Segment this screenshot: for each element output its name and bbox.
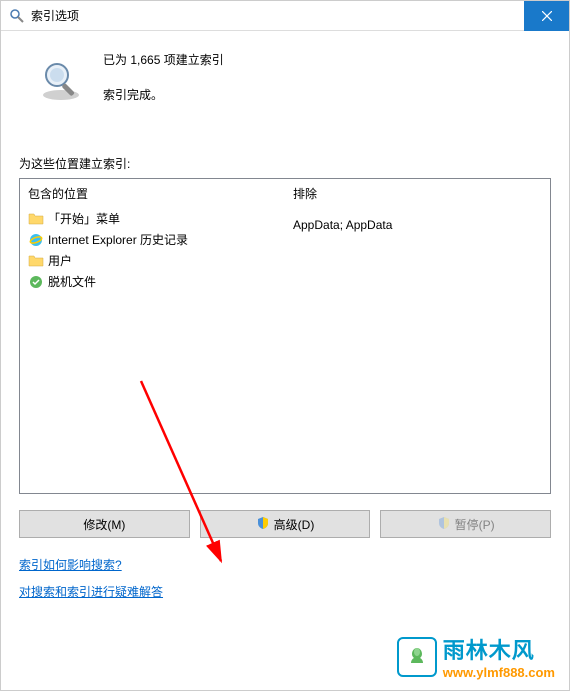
- list-item-label: Internet Explorer 历史记录: [48, 231, 188, 248]
- button-label: 修改(M): [83, 516, 125, 533]
- help-links: 索引如何影响搜索? 对搜索和索引进行疑难解答: [19, 556, 551, 610]
- folder-icon: [28, 253, 44, 269]
- watermark: 雨林木风 www.ylmf888.com: [397, 633, 555, 680]
- button-row: 修改(M) 高级(D) 暂停(P): [19, 510, 551, 538]
- button-label: 高级(D): [274, 516, 315, 533]
- titlebar: 索引选项: [1, 1, 569, 31]
- folder-icon: [28, 211, 44, 227]
- watermark-brand: 雨林木风: [443, 633, 555, 665]
- included-column-header: 包含的位置: [28, 185, 277, 202]
- advanced-button[interactable]: 高级(D): [200, 510, 371, 538]
- shield-icon: [437, 516, 451, 533]
- search-magnifier-icon: [37, 57, 85, 105]
- offline-files-icon: [28, 274, 44, 290]
- modify-button[interactable]: 修改(M): [19, 510, 190, 538]
- list-item-label: 「开始」菜单: [48, 210, 120, 227]
- shield-icon: [256, 516, 270, 533]
- excluded-row: AppData; AppData: [293, 216, 542, 234]
- watermark-logo-icon: [397, 637, 437, 677]
- excluded-column-header: 排除: [293, 185, 542, 202]
- dialog-content: 已为 1,665 项建立索引 索引完成。 为这些位置建立索引: 包含的位置 「开…: [1, 31, 569, 624]
- list-item-label: 用户: [48, 252, 72, 269]
- window-title: 索引选项: [31, 7, 524, 24]
- list-item[interactable]: Internet Explorer 历史记录: [28, 229, 277, 250]
- watermark-url: www.ylmf888.com: [443, 665, 555, 680]
- locations-list: 包含的位置 「开始」菜单 Internet Explorer 历史记录 用户 脱…: [19, 178, 551, 494]
- excluded-row: [293, 234, 542, 238]
- indexed-count-text: 已为 1,665 项建立索引: [103, 51, 224, 68]
- troubleshoot-link[interactable]: 对搜索和索引进行疑难解答: [19, 583, 163, 600]
- index-options-icon: [9, 8, 25, 24]
- how-affects-search-link[interactable]: 索引如何影响搜索?: [19, 556, 122, 573]
- list-item[interactable]: 脱机文件: [28, 271, 277, 292]
- list-item[interactable]: 「开始」菜单: [28, 208, 277, 229]
- list-item[interactable]: 用户: [28, 250, 277, 271]
- locations-label: 为这些位置建立索引:: [19, 155, 551, 172]
- status-area: 已为 1,665 项建立索引 索引完成。: [19, 45, 551, 105]
- pause-button: 暂停(P): [380, 510, 551, 538]
- button-label: 暂停(P): [455, 516, 495, 533]
- ie-icon: [28, 232, 44, 248]
- close-button[interactable]: [524, 1, 569, 31]
- index-status-text: 索引完成。: [103, 86, 224, 103]
- list-item-label: 脱机文件: [48, 273, 96, 290]
